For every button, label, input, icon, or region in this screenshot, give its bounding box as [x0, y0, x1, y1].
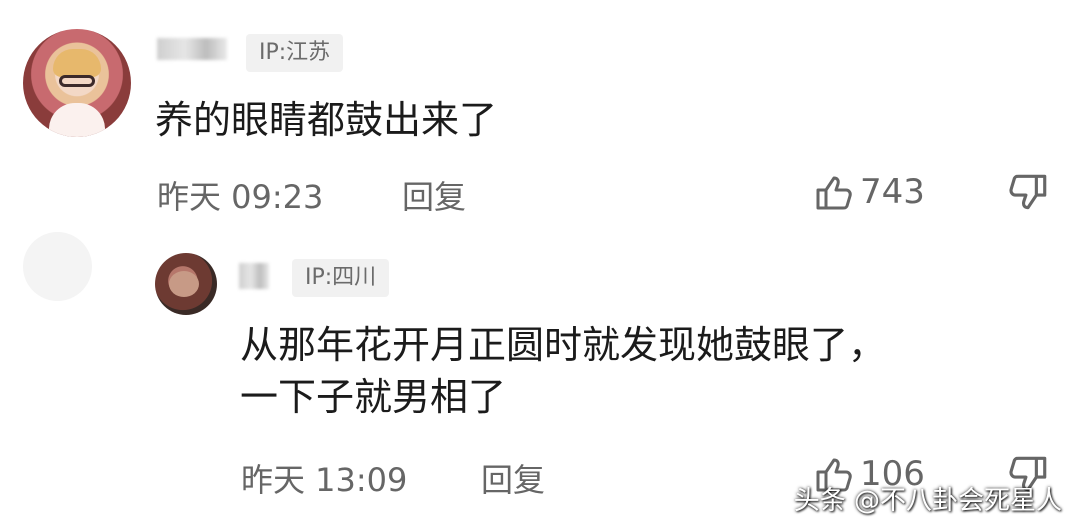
replier-avatar[interactable]: [155, 253, 217, 315]
reply-text: 从那年花开月正圆时就发现她鼓眼了， 一下子就男相了: [240, 319, 886, 423]
watermark: 头条 @不八卦会死星人: [793, 486, 1062, 516]
like-button[interactable]: 743: [812, 170, 925, 214]
reply-button[interactable]: 回复: [481, 455, 545, 501]
thumbs-up-icon: [816, 176, 852, 210]
thumbs-down-icon[interactable]: [1005, 170, 1051, 216]
avatar-hair: [53, 49, 101, 77]
blurred-username[interactable]: [239, 263, 269, 289]
placeholder-avatar: [23, 232, 92, 301]
reply-text-line-1: 从那年花开月正圆时就发现她鼓眼了，: [240, 323, 887, 367]
ip-location-tag: IP:四川: [292, 259, 390, 297]
ip-location-tag: IP:江苏: [246, 34, 344, 72]
reply-timestamp: 昨天 13:09: [241, 461, 408, 499]
like-count: 743: [860, 172, 925, 212]
reply-text-line-2: 一下子就男相了: [240, 375, 507, 419]
reply-button[interactable]: 回复: [402, 172, 466, 218]
avatar-shirt: [49, 103, 105, 137]
comment-text: 养的眼睛都鼓出来了: [155, 98, 498, 142]
avatar-detail: [169, 271, 199, 297]
comment-timestamp: 昨天 09:23: [157, 178, 324, 216]
blurred-username[interactable]: [157, 38, 227, 60]
commenter-avatar[interactable]: [23, 29, 131, 137]
avatar-glasses: [59, 75, 95, 87]
